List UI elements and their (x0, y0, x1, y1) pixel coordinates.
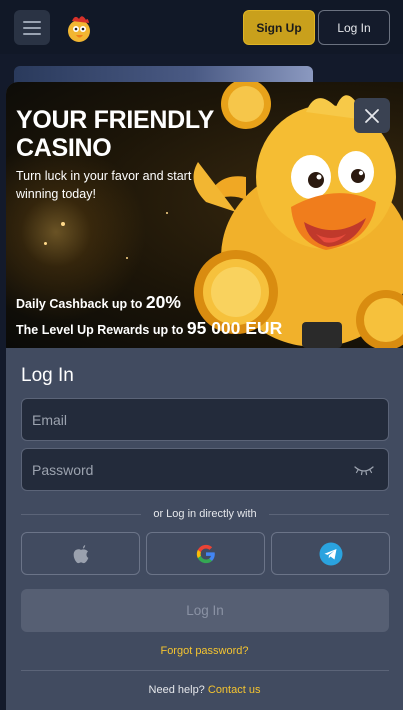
sparkle (166, 212, 168, 214)
level-up-label: The Level Up Rewards up to (16, 323, 184, 337)
divider-line (21, 513, 142, 515)
telegram-icon (319, 542, 342, 565)
banner-subtitle: Turn luck in your favor and start winnin… (16, 169, 192, 201)
sparkle (126, 257, 128, 259)
signup-button[interactable]: Sign Up (243, 10, 315, 45)
email-field[interactable] (21, 398, 389, 441)
cashback-label: Daily Cashback up to (16, 297, 143, 311)
apple-icon (73, 544, 88, 563)
login-modal: YOUR FRIENDLY CASINO Turn luck in your f… (6, 82, 403, 710)
login-submit-button[interactable]: Log In (21, 589, 389, 632)
google-login-button[interactable] (146, 532, 265, 575)
header-login-button[interactable]: Log In (318, 10, 390, 45)
forgot-password-link[interactable]: Forgot password? (6, 645, 403, 657)
level-up-value: 95 000 EUR (186, 318, 283, 338)
close-icon (365, 108, 379, 123)
sparkle (61, 222, 65, 226)
help-text: Need help? (148, 684, 205, 696)
rooster-logo[interactable] (63, 12, 95, 44)
google-icon (196, 544, 215, 563)
apple-login-button[interactable] (21, 532, 140, 575)
social-divider-text: or Log in directly with (153, 508, 257, 520)
password-field[interactable] (21, 448, 389, 491)
cashback-value: 20% (145, 292, 181, 312)
sparkle (44, 242, 47, 245)
email-input[interactable] (32, 411, 332, 428)
help-divider (21, 670, 389, 671)
help-row: Need help? Contact us (6, 684, 403, 696)
login-panel: Log In or Log in directly with (6, 348, 403, 710)
social-divider: or Log in directly with (21, 506, 390, 522)
banner-title: YOUR FRIENDLY CASINO (16, 106, 214, 162)
contact-us-link[interactable]: Contact us (208, 684, 261, 696)
promo-banner: YOUR FRIENDLY CASINO Turn luck in your f… (6, 82, 403, 348)
close-button[interactable] (354, 98, 390, 133)
cashback-promo: Daily Cashback up to 20% (16, 292, 181, 313)
hamburger-icon (23, 20, 41, 35)
divider-line (268, 513, 390, 515)
site-header: Sign Up Log In (0, 0, 403, 54)
level-up-promo: The Level Up Rewards up to 95 000 EUR (16, 318, 282, 339)
eye-off-icon[interactable] (354, 464, 374, 476)
menu-button[interactable] (14, 10, 50, 45)
telegram-login-button[interactable] (271, 532, 390, 575)
login-title: Log In (21, 365, 74, 386)
password-input[interactable] (32, 461, 332, 478)
